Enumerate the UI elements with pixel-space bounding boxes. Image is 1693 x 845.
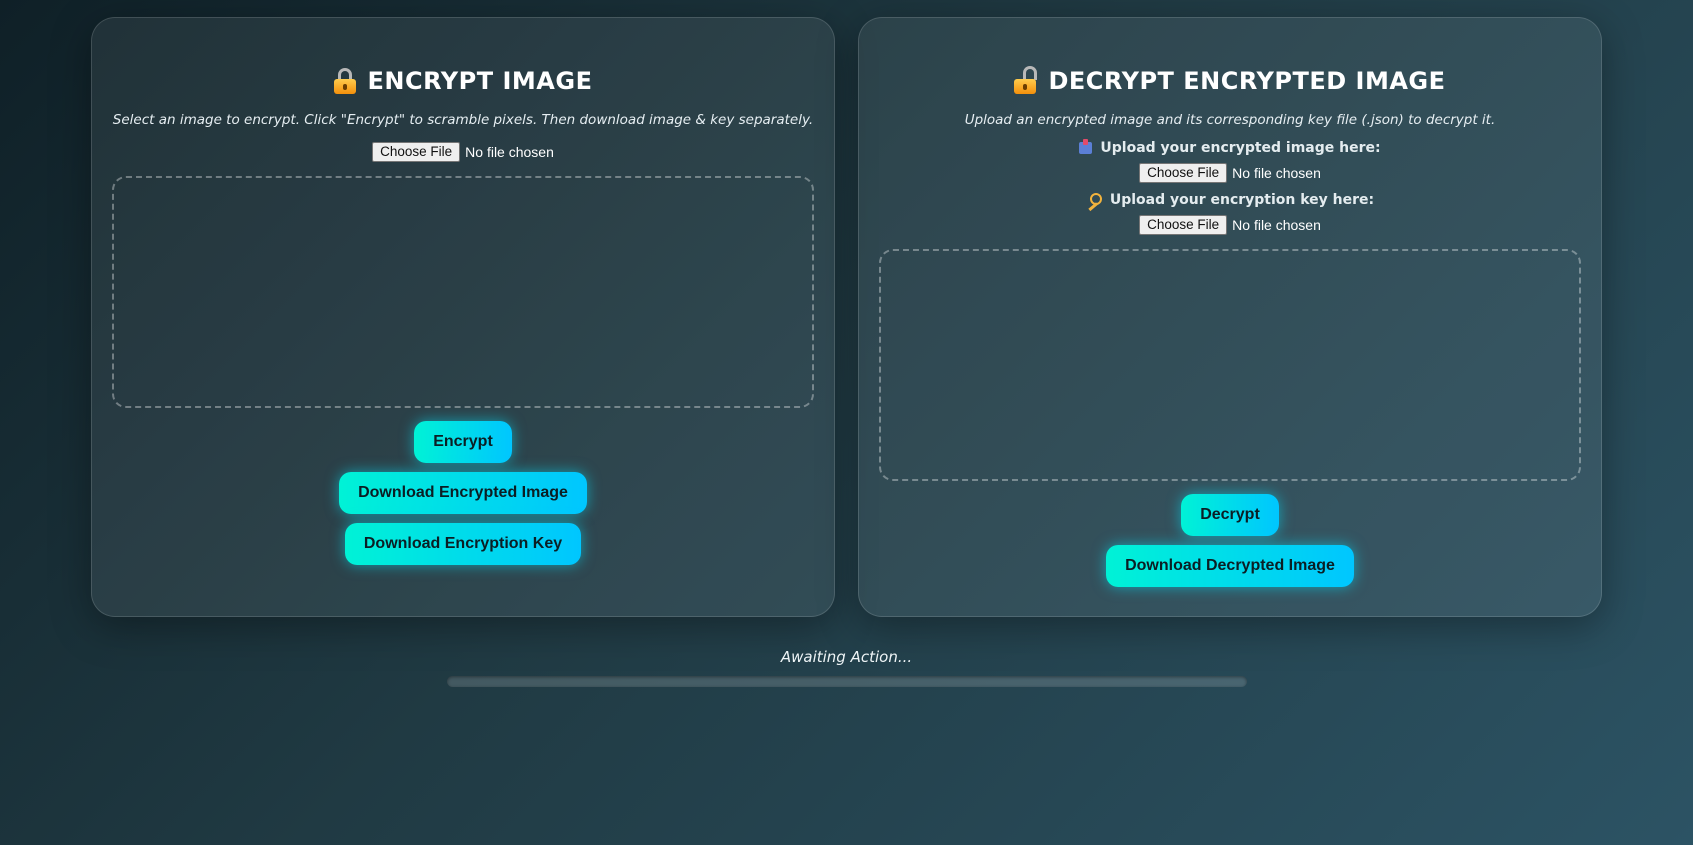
download-encrypted-image-button[interactable]: Download Encrypted Image bbox=[339, 472, 587, 514]
encrypt-image-preview[interactable] bbox=[112, 176, 814, 408]
encrypted-image-label-text: Upload your encrypted image here: bbox=[1100, 140, 1381, 156]
encrypt-button[interactable]: Encrypt bbox=[414, 421, 512, 463]
inbox-tray-icon bbox=[1079, 139, 1093, 154]
decrypt-panel: DECRYPT ENCRYPTED IMAGE Upload an encryp… bbox=[858, 17, 1602, 617]
encryption-key-file-input[interactable]: Choose File No file chosen bbox=[859, 215, 1601, 235]
encrypted-image-label: Upload your encrypted image here: bbox=[859, 139, 1601, 156]
encrypted-image-file-status: No file chosen bbox=[1232, 165, 1321, 181]
download-decrypted-image-button[interactable]: Download Decrypted Image bbox=[1106, 545, 1354, 587]
decrypt-button[interactable]: Decrypt bbox=[1181, 494, 1279, 536]
encrypt-file-status: No file chosen bbox=[465, 144, 554, 160]
encryption-key-label: Upload your encryption key here: bbox=[859, 192, 1601, 208]
decrypt-title-text: DECRYPT ENCRYPTED IMAGE bbox=[1048, 67, 1446, 95]
encrypt-panel: ENCRYPT IMAGE Select an image to encrypt… bbox=[91, 17, 835, 617]
encrypt-title: ENCRYPT IMAGE bbox=[92, 64, 834, 98]
encryption-key-file-status: No file chosen bbox=[1232, 217, 1321, 233]
encrypted-image-choose-file-button[interactable]: Choose File bbox=[1139, 163, 1228, 183]
locked-padlock-icon bbox=[333, 68, 356, 94]
key-icon bbox=[1086, 193, 1102, 207]
decrypt-title: DECRYPT ENCRYPTED IMAGE bbox=[859, 64, 1601, 98]
download-encryption-key-button[interactable]: Download Encryption Key bbox=[344, 523, 582, 565]
encrypted-image-file-input[interactable]: Choose File No file chosen bbox=[859, 163, 1601, 183]
unlocked-padlock-icon bbox=[1014, 66, 1038, 94]
encrypt-title-text: ENCRYPT IMAGE bbox=[367, 67, 593, 95]
encrypt-file-input[interactable]: Choose File No file chosen bbox=[92, 142, 834, 162]
encrypt-subtitle: Select an image to encrypt. Click "Encry… bbox=[112, 112, 814, 128]
encryption-key-choose-file-button[interactable]: Choose File bbox=[1139, 215, 1228, 235]
progress-bar bbox=[447, 676, 1247, 687]
decrypt-subtitle: Upload an encrypted image and its corres… bbox=[964, 112, 1496, 128]
encryption-key-label-text: Upload your encryption key here: bbox=[1109, 192, 1375, 208]
decrypt-image-preview[interactable] bbox=[879, 249, 1581, 481]
encrypt-choose-file-button[interactable]: Choose File bbox=[372, 142, 461, 162]
status-text: Awaiting Action... bbox=[780, 648, 913, 666]
